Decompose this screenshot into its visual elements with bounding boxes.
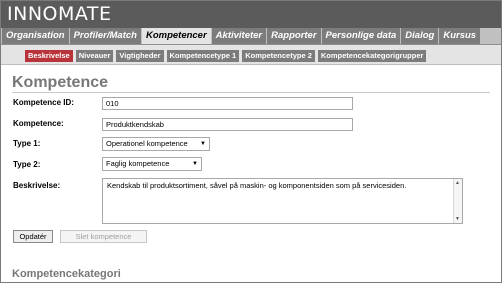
chevron-down-icon: ▼ xyxy=(192,161,198,167)
textarea-scrollbar[interactable]: ▲ ▼ xyxy=(453,179,462,223)
subtab-vigtigheder[interactable]: Vigtigheder xyxy=(116,50,164,62)
app-logo: INNOMATE xyxy=(7,3,112,25)
tab-profiler-match[interactable]: Profiler/Match xyxy=(69,28,141,44)
competence-id-field[interactable]: 010 xyxy=(102,97,353,110)
subtab-beskrivelse[interactable]: Beskrivelse xyxy=(25,50,73,62)
type1-selected-value: Operationel kompetence xyxy=(106,139,188,148)
tab-kursus[interactable]: Kursus xyxy=(439,28,481,44)
subtab-kompetencetype-1[interactable]: Kompetencetype 1 xyxy=(166,50,240,62)
tab-organisation[interactable]: Organisation xyxy=(2,28,69,44)
scroll-down-icon[interactable]: ▼ xyxy=(455,216,460,222)
update-button[interactable]: Opdatér xyxy=(13,230,53,243)
competence-name-field[interactable]: Produktkendskab xyxy=(102,118,353,131)
type1-label: Type 1: xyxy=(13,139,41,148)
page-title: Kompetence xyxy=(12,74,109,91)
competence-name-label: Kompetence: xyxy=(13,119,64,128)
subtab-kompetencekategorigrupper[interactable]: Kompetencekategorigrupper xyxy=(317,50,427,62)
header-bar: INNOMATE xyxy=(1,1,501,28)
description-text: Kendskab til produktsortiment, såvel på … xyxy=(107,181,407,190)
scroll-up-icon[interactable]: ▲ xyxy=(455,180,460,186)
subtab-kompetencetype-2[interactable]: Kompetencetype 2 xyxy=(242,50,315,62)
sub-nav: Beskrivelse Niveauer Vigtigheder Kompete… xyxy=(1,45,501,65)
chevron-down-icon: ▼ xyxy=(200,141,206,147)
competence-id-label: Kompetence ID: xyxy=(13,98,74,107)
delete-competence-button[interactable]: Slet kompetence xyxy=(60,230,147,243)
title-divider xyxy=(12,92,490,93)
tab-aktiviteter[interactable]: Aktiviteter xyxy=(211,28,267,44)
type2-selected-value: Faglig kompetence xyxy=(106,159,170,168)
type1-select[interactable]: Operationel kompetence ▼ xyxy=(102,137,210,151)
type2-select[interactable]: Faglig kompetence ▼ xyxy=(102,157,202,171)
tab-rapporter[interactable]: Rapporter xyxy=(267,28,321,44)
tab-dialog[interactable]: Dialog xyxy=(401,28,439,44)
type2-label: Type 2: xyxy=(13,160,41,169)
category-section-title: Kompetencekategori xyxy=(12,268,121,280)
tab-personlige-data[interactable]: Personlige data xyxy=(321,28,401,44)
description-textarea[interactable]: Kendskab til produktsortiment, såvel på … xyxy=(102,178,463,224)
main-nav: Organisation Profiler/Match Kompetencer … xyxy=(1,28,501,45)
subtab-niveauer[interactable]: Niveauer xyxy=(75,50,114,62)
tab-kompetencer[interactable]: Kompetencer xyxy=(141,28,211,44)
description-label: Beskrivelse: xyxy=(13,181,61,190)
